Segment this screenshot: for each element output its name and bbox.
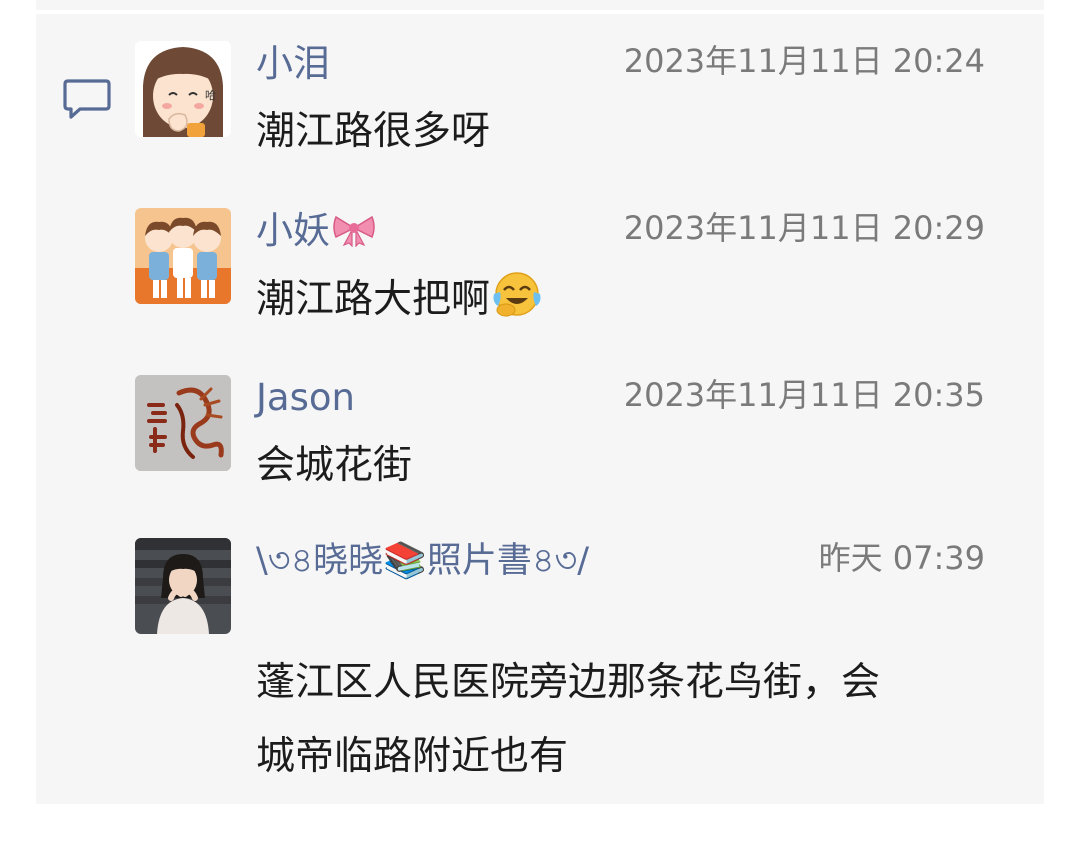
comment-bubble-icon: [62, 78, 112, 122]
comment-content-line-2: 城帝临路附近也有: [256, 734, 569, 779]
comment-content: 潮江路大把啊: [256, 268, 542, 337]
comment-item[interactable]: Jason 2023年11月11日 20:35 会城花街: [135, 375, 985, 495]
avatar[interactable]: [135, 208, 231, 304]
avatar[interactable]: [135, 375, 231, 471]
comment-nickname[interactable]: 小泪: [256, 41, 330, 87]
comment-timestamp: 2023年11月11日 20:35: [623, 376, 985, 414]
comment-timestamp: 2023年11月11日 20:24: [623, 42, 985, 80]
comment-nickname[interactable]: 小妖: [256, 208, 376, 258]
ribbon-bow-icon: [332, 212, 376, 258]
comment-item[interactable]: \৩৪晓晓📚照片書৪৩/ 昨天 07:39 蓬江区人民医院旁边那条花鸟街，会 城…: [135, 538, 985, 788]
comment-content: 会城花街: [256, 443, 413, 488]
avatar[interactable]: [135, 538, 231, 634]
comment-nickname[interactable]: Jason: [256, 375, 355, 421]
comment-timestamp: 2023年11月11日 20:29: [623, 209, 985, 247]
moments-comments-screen: 哈 小泪 2023年11月11日 20:24 潮江路很多呀 小妖 2023年11…: [0, 0, 1080, 861]
comment-content-line-1: 蓬江区人民医院旁边那条花鸟街，会: [256, 660, 881, 705]
content-text: 潮江路大把啊: [256, 277, 491, 322]
comment-nickname[interactable]: \৩৪晓晓📚照片書৪৩/: [256, 538, 589, 584]
svg-text:哈: 哈: [205, 89, 216, 102]
comment-item[interactable]: 小妖 2023年11月11日 20:29 潮江路大把啊: [135, 208, 985, 328]
nickname-text: 小妖: [256, 209, 330, 252]
laughing-crying-face-icon: [492, 268, 542, 337]
previous-section-edge: [36, 0, 1044, 10]
comment-item[interactable]: 哈 小泪 2023年11月11日 20:24 潮江路很多呀: [135, 41, 985, 161]
comment-timestamp: 昨天 07:39: [818, 539, 985, 577]
comment-content: 潮江路很多呀: [256, 109, 491, 154]
avatar[interactable]: 哈: [135, 41, 231, 137]
